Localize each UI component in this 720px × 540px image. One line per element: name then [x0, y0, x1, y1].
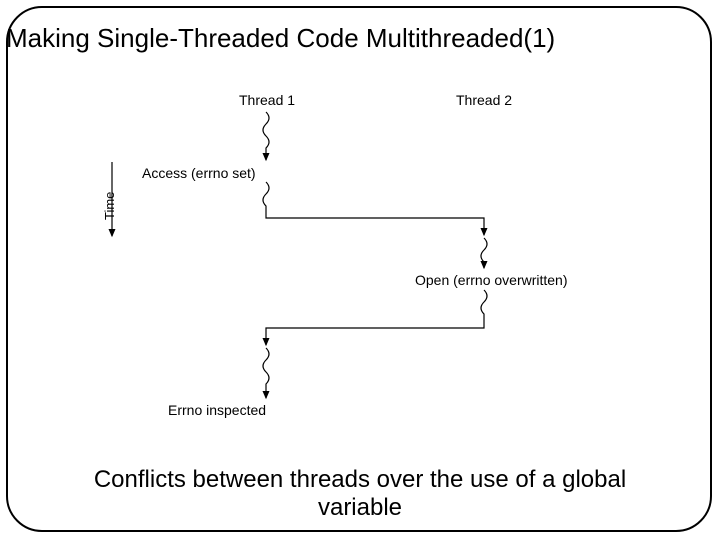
transition-to-thread2 — [263, 182, 484, 235]
thread1-to-inspected-squiggle — [263, 348, 269, 398]
thread2-to-open-squiggle — [481, 238, 487, 268]
thread-diagram — [0, 0, 720, 540]
thread1-start-squiggle — [263, 112, 269, 160]
transition-to-thread1 — [266, 290, 487, 345]
